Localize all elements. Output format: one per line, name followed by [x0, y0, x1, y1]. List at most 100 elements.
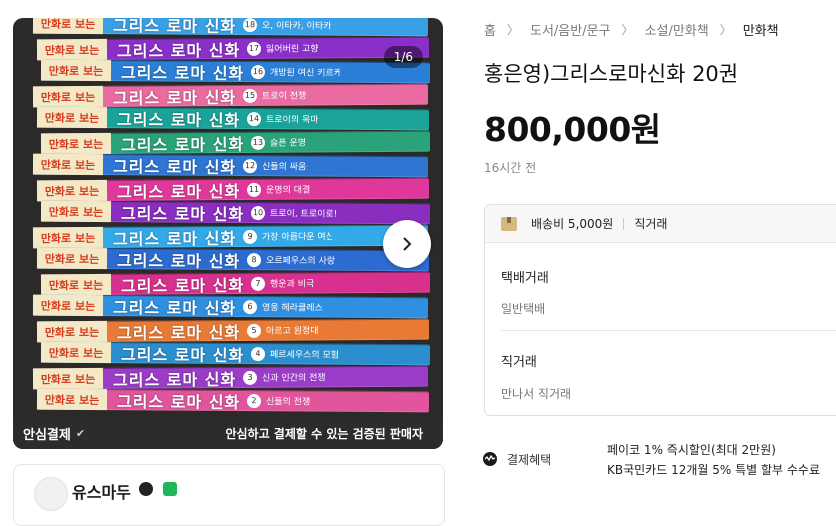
payment-benefit-label: 결제혜택: [507, 453, 552, 467]
book-spine: 만화로 보는 그리스 로마 신화 2 신들의 전쟁: [36, 388, 430, 413]
book-volume-number: 9: [242, 228, 258, 243]
book-spine: 만화로 보는 그리스 로마 신화 13 슬픈 운명: [40, 130, 431, 154]
book-series-label: 만화로 보는: [32, 153, 104, 176]
book-spine: 만화로 보는 그리스 로마 신화 12 신들의 싸움: [32, 153, 429, 178]
book-series-label: 만화로 보는: [32, 294, 104, 317]
book-volume-number: 17: [246, 40, 262, 55]
book-title: 그리스 로마 신화: [120, 62, 245, 83]
product-image-gallery[interactable]: 만화로 보는 그리스 로마 신화 18 오, 이타카, 이타카! 만화로 보는 그리스 로…: [13, 18, 443, 449]
book-title: 그리스 로마 신화: [112, 86, 237, 107]
seller-badge-icon: [139, 482, 153, 496]
payment-benefit-icon: [483, 452, 497, 466]
breadcrumb-comics[interactable]: 만화책: [743, 20, 779, 39]
book-spine: 만화로 보는 그리스 로마 신화 6 영웅 헤라클레스: [32, 294, 429, 319]
book-volume-number: 13: [250, 134, 266, 149]
shipping-fee: 배송비 5,000원: [531, 217, 614, 231]
book-series-label: 만화로 보는: [32, 226, 104, 248]
book-series-label: 만화로 보는: [36, 179, 108, 201]
book-title: 그리스 로마 신화: [112, 297, 237, 318]
book-subtitle: 운명의 대결: [265, 184, 311, 196]
book-subtitle: 페르세우스의 모험: [269, 350, 340, 361]
breadcrumb-home[interactable]: 홈: [484, 20, 496, 39]
book-spine: 만화로 보는 그리스 로마 신화 9 가장 아름다운 여신: [32, 224, 429, 248]
book-volume-number: 4: [250, 346, 266, 361]
book-title: 그리스 로마 신화: [116, 180, 241, 201]
chevron-right-icon: 〉: [719, 23, 732, 37]
payment-benefit-kbcard: KB국민카드 12개월 5% 특별 할부 수수료: [607, 463, 821, 477]
book-title: 그리스 로마 신화: [112, 156, 237, 177]
book-spine: 만화로 보는 그리스 로마 신화 11 운명의 대결: [36, 177, 430, 201]
book-subtitle: 가장 아름다운 여신: [261, 231, 333, 243]
book-series-label: 만화로 보는: [40, 273, 112, 295]
book-title: 그리스 로마 신화: [116, 109, 241, 130]
book-subtitle: 신들의 싸움: [261, 162, 307, 173]
product-photo: 만화로 보는 그리스 로마 신화 18 오, 이타카, 이타카! 만화로 보는 그리스 로…: [13, 18, 443, 449]
payment-benefit-payco: 페이코 1% 즉시할인(최대 2만원): [607, 443, 776, 457]
direct-trade-label: 직거래: [501, 355, 537, 370]
verified-seller-text: 안심하고 결제할 수 있는 검증된 판매자: [225, 427, 423, 441]
image-counter: 1/6: [383, 46, 423, 68]
delivery-option-value: 일반택배: [501, 302, 546, 316]
book-title: 그리스 로마 신화: [112, 227, 237, 248]
book-subtitle: 영웅 헤라클레스: [261, 303, 323, 314]
book-subtitle: 트로이 전쟁: [261, 90, 307, 102]
book-title: 그리스 로마 신화: [120, 133, 245, 154]
book-series-label: 만화로 보는: [32, 18, 104, 35]
book-series-label: 만화로 보는: [36, 247, 108, 270]
book-spine: 만화로 보는 그리스 로마 신화 18 오, 이타카, 이타카!: [32, 18, 429, 37]
direct-trade-value: 만나서 직거래: [501, 387, 572, 401]
book-series-label: 만화로 보는: [40, 59, 112, 82]
chevron-right-icon: 〉: [621, 23, 634, 37]
book-series-label: 만화로 보는: [36, 38, 108, 60]
seller-card[interactable]: 유스마두: [13, 464, 445, 526]
book-series-label: 만화로 보는: [36, 320, 108, 342]
breadcrumb-books[interactable]: 도서/음반/문구: [530, 20, 611, 39]
book-title: 그리스 로마 신화: [120, 203, 245, 224]
book-spine: 만화로 보는 그리스 로마 신화 10 트로이, 트로이로!: [40, 200, 431, 225]
book-volume-number: 8: [246, 252, 262, 267]
book-title: 그리스 로마 신화: [112, 368, 237, 389]
book-title: 그리스 로마 신화: [116, 250, 241, 271]
book-volume-number: 14: [246, 111, 262, 126]
book-volume-number: 3: [242, 369, 258, 384]
book-series-label: 만화로 보는: [36, 106, 108, 129]
book-spine: 만화로 보는 그리스 로마 신화 3 신과 인간의 전쟁: [32, 365, 429, 389]
shipping-options-box: 배송비 5,000원 직거래 택배거래 일반택배 직거래 만나서 직거래: [484, 204, 836, 416]
delivery-option-label: 택배거래: [501, 271, 549, 286]
book-subtitle: 개방된 여신 키르케: [269, 68, 341, 79]
book-subtitle: 트로이의 목마: [265, 115, 319, 126]
book-title: 그리스 로마 신화: [120, 344, 245, 365]
book-series-label: 만화로 보는: [40, 200, 112, 223]
safe-payment-icon: ✔: [75, 427, 86, 440]
product-title: 홍은영)그리스로마신화 20권: [484, 62, 739, 86]
verified-badge-icon: [163, 482, 177, 496]
book-subtitle: 아르고 원정대: [265, 325, 319, 337]
book-spine: 만화로 보는 그리스 로마 신화 15 트로이 전쟁: [32, 83, 429, 107]
book-volume-number: 15: [242, 87, 258, 102]
next-image-button[interactable]: [383, 220, 431, 268]
book-series-label: 만화로 보는: [36, 388, 108, 411]
book-volume-number: 12: [242, 158, 258, 173]
book-series-label: 만화로 보는: [40, 341, 112, 364]
book-subtitle: 신들의 전쟁: [265, 397, 311, 408]
divider: [501, 330, 836, 331]
book-series-label: 만화로 보는: [32, 367, 104, 389]
book-subtitle: 오, 이타카, 이타카!: [261, 21, 333, 32]
breadcrumb-novel-comics[interactable]: 소설/만화책: [645, 20, 709, 39]
safe-payment-label: 안심결제: [23, 428, 71, 443]
book-title: 그리스 로마 신화: [120, 274, 245, 295]
book-volume-number: 6: [242, 299, 258, 314]
book-volume-number: 18: [242, 18, 258, 32]
product-price: 800,000원: [484, 110, 661, 149]
book-spine: 만화로 보는 그리스 로마 신화 17 잃어버린 고향: [36, 36, 430, 60]
seller-name[interactable]: 유스마두: [72, 479, 131, 503]
book-spine: 만화로 보는 그리스 로마 신화 8 오르페우스의 사랑: [36, 247, 430, 272]
book-title: 그리스 로마 신화: [112, 18, 237, 36]
chevron-right-icon: [403, 237, 412, 251]
book-spine: 만화로 보는 그리스 로마 신화 14 트로이의 목마: [36, 106, 430, 131]
divider: [623, 217, 625, 230]
book-spine: 만화로 보는 그리스 로마 신화 7 행운과 비극: [40, 271, 431, 295]
shipping-summary: 배송비 5,000원 직거래: [485, 205, 836, 243]
book-volume-number: 16: [250, 64, 266, 79]
book-volume-number: 5: [246, 322, 262, 337]
